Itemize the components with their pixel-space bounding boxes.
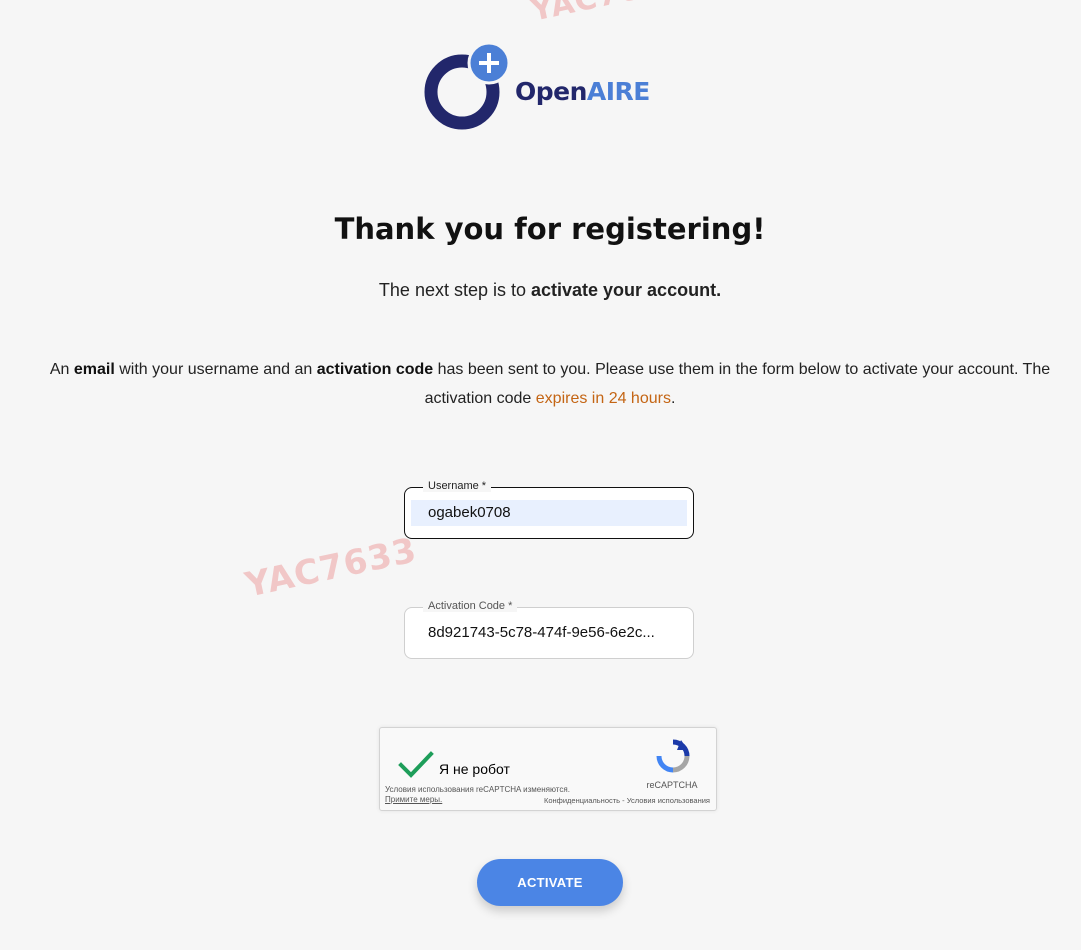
recaptcha-terms-link[interactable]: Примите меры. <box>385 795 442 804</box>
activation-code-label: Activation Code * <box>423 600 518 612</box>
info-text-2: with your username and an <box>114 361 317 378</box>
checkmark-icon[interactable] <box>398 750 434 780</box>
activation-code-field[interactable]: Activation Code * 8d921743-5c78-474f-9e5… <box>404 600 694 659</box>
page-subtitle: The next step is to activate your accoun… <box>0 280 1089 301</box>
recaptcha-terms-text: Условия использования reCAPTCHA изменяют… <box>385 785 570 794</box>
activate-button[interactable]: ACTIVATE <box>477 859 623 906</box>
page-background: YAC7633 OpenAIRE Thank you for registeri… <box>0 0 1081 950</box>
logo-text-open: Open <box>515 77 587 106</box>
page-title: Thank you for registering! <box>334 212 766 246</box>
watermark: YAC7633 <box>241 530 421 606</box>
logo-text-aire: AIRE <box>586 77 650 106</box>
activation-code-input[interactable]: 8d921743-5c78-474f-9e56-6e2c... <box>411 620 687 646</box>
recaptcha-links[interactable]: Конфиденциальность - Условия использован… <box>520 796 710 805</box>
subtitle-text: The next step is to <box>378 280 531 300</box>
subtitle-bold: activate your account. <box>531 280 722 300</box>
logo-ring-icon <box>424 43 511 130</box>
info-text-3: has been sent to you. Please use them in… <box>424 361 1051 407</box>
username-input[interactable]: ogabek0708 <box>411 500 687 526</box>
info-expire: expires in 24 hours <box>535 390 671 407</box>
info-paragraph: An email with your username and an activ… <box>40 355 1060 413</box>
recaptcha-label: Я не робот <box>439 761 510 777</box>
info-text-1: An <box>49 361 74 378</box>
recaptcha-logo-icon <box>656 739 690 773</box>
recaptcha-widget[interactable]: Я не робот Условия использования reCAPTC… <box>379 727 717 811</box>
info-text-4: . <box>670 390 676 407</box>
watermark-top: YAC7633 <box>528 0 686 29</box>
info-email: email <box>73 361 115 378</box>
openaire-logo: OpenAIRE <box>423 43 683 133</box>
recaptcha-brand: reCAPTCHA <box>646 780 698 790</box>
username-label: Username * <box>423 480 492 492</box>
username-field[interactable]: Username * ogabek0708 <box>404 480 694 539</box>
info-activation-code: activation code <box>316 361 434 378</box>
logo-wordmark: OpenAIRE <box>515 77 650 106</box>
